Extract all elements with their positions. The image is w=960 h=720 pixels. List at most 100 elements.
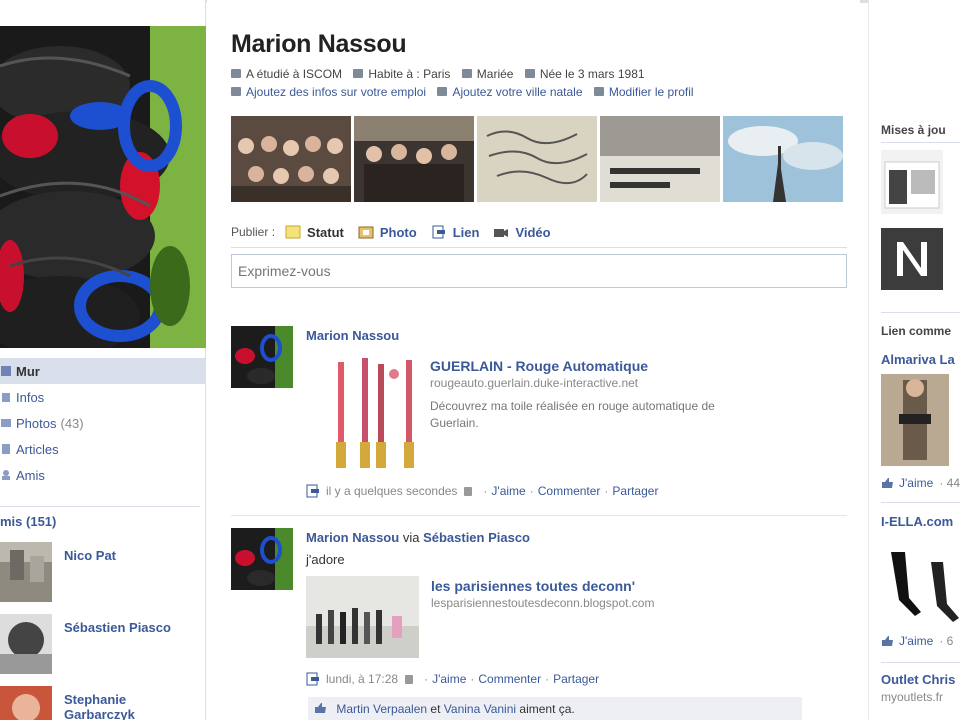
story-footer: lundi, à 17:28 · J'aime · Commenter · Pa… (306, 672, 599, 686)
story-link-title[interactable]: les parisiennes toutes deconn' (431, 578, 635, 594)
ad-image[interactable] (881, 374, 949, 466)
friend-photo[interactable] (0, 542, 52, 602)
story-link-thumbnail[interactable] (322, 354, 422, 472)
house-icon (437, 87, 448, 96)
profile-nav: Mur Infos Photos (43) Articles Amis (0, 358, 206, 488)
ad-like-count: · 6 (939, 634, 954, 648)
calendar-icon (524, 69, 535, 78)
privacy-lock-icon[interactable] (464, 486, 473, 496)
comment-link[interactable]: Commenter (478, 672, 541, 686)
publisher-bar: Publier : Statut Photo Lien Vidéo (231, 222, 847, 242)
ad-title[interactable]: I-ELLA.com (881, 514, 953, 529)
left-column: Mur Infos Photos (43) Articles Amis mis … (0, 0, 206, 720)
nav-item-photos[interactable]: Photos (43) (0, 410, 206, 436)
separator: · (470, 672, 475, 686)
separator: · (529, 484, 534, 498)
recent-photo[interactable] (477, 116, 597, 202)
story-avatar[interactable] (231, 326, 293, 388)
nav-item-friends[interactable]: Amis (0, 462, 206, 488)
story-timestamp[interactable]: il y a quelques secondes (326, 484, 457, 498)
friends-heading[interactable]: mis (151) (0, 514, 56, 529)
likes-summary: Martin Verpaalen et Vanina Vanini aiment… (308, 697, 802, 720)
info-hometown[interactable]: Habite à : Paris (353, 65, 450, 83)
like-link[interactable]: J'aime (432, 672, 466, 686)
add-hometown-link[interactable]: Ajoutez votre ville natale (437, 83, 583, 101)
profile-picture-art (0, 26, 206, 348)
ad-like-button[interactable]: J'aime · 44 (881, 476, 960, 490)
nav-label: Articles (16, 441, 59, 457)
friends-divider (0, 506, 200, 507)
friend-name[interactable]: Nico Pat (64, 548, 194, 563)
story-timestamp[interactable]: lundi, à 17:28 (326, 672, 398, 686)
friend-photo[interactable] (0, 614, 52, 674)
share-link[interactable]: Partager (553, 672, 599, 686)
story-link-domain: rougeauto.guerlain.duke-interactive.net (430, 376, 639, 390)
privacy-lock-icon[interactable] (405, 674, 414, 684)
profile-picture[interactable] (0, 26, 206, 348)
video-icon (493, 225, 509, 239)
nav-label: Amis (16, 467, 45, 483)
likes-suffix: aiment ça. (519, 702, 575, 716)
briefcase-icon (231, 87, 241, 96)
status-icon (285, 225, 301, 239)
publisher-link-tab[interactable]: Lien (431, 225, 479, 240)
friend-name[interactable]: Stephanie Garbarczyk (64, 692, 194, 720)
likes-connector: et (430, 702, 441, 716)
nav-item-notes[interactable]: Articles (0, 436, 206, 462)
story-author[interactable]: Marion Nassou (306, 328, 399, 343)
story-link-thumbnail[interactable] (306, 576, 419, 658)
thumbs-up-icon (881, 635, 894, 647)
publisher-video-tab[interactable]: Vidéo (493, 225, 551, 240)
edit-profile-link[interactable]: Modifier le profil (593, 83, 694, 101)
friend-photo[interactable] (0, 686, 52, 720)
publisher-status-tab[interactable]: Statut (285, 225, 344, 240)
story-link-description: Découvrez ma toile réalisée en rouge aut… (430, 399, 715, 430)
notes-icon (0, 443, 12, 455)
publisher: Publier : Statut Photo Lien Vidéo (231, 222, 847, 288)
comment-link[interactable]: Commenter (538, 484, 601, 498)
recent-photo[interactable] (231, 116, 351, 202)
ad-title[interactable]: Outlet Chris (881, 672, 955, 687)
liker-name[interactable]: Martin Verpaalen (336, 702, 427, 716)
ad-title[interactable]: Almariva La (881, 352, 955, 367)
story-author[interactable]: Marion Nassou (306, 530, 399, 545)
story-divider (231, 515, 847, 516)
share-link[interactable]: Partager (612, 484, 658, 498)
right-divider (881, 312, 960, 313)
nav-item-info[interactable]: Infos (0, 384, 206, 410)
feed-story: Marion Nassou via Sébastien Piasco j'ado… (231, 528, 847, 720)
recent-photos-strip (231, 116, 846, 202)
recent-photo[interactable] (600, 116, 720, 202)
update-thumbnail[interactable] (881, 150, 943, 214)
profile-info: A étudié à ISCOM Habite à : Paris Mariée… (231, 65, 851, 101)
friend-name[interactable]: Sébastien Piasco (64, 620, 194, 635)
liker-name[interactable]: Vanina Vanini (444, 702, 516, 716)
story-via-author[interactable]: Sébastien Piasco (423, 530, 530, 545)
update-thumbnail[interactable] (881, 228, 943, 290)
story-link-title[interactable]: GUERLAIN - Rouge Automatique (430, 358, 648, 374)
right-divider (881, 502, 960, 503)
story-avatar[interactable] (231, 528, 293, 590)
status-composer-input[interactable] (231, 254, 847, 288)
via-text: via (402, 530, 420, 545)
info-birthday: Née le 3 mars 1981 (524, 65, 645, 83)
photos-icon (0, 417, 12, 429)
ad-image[interactable] (881, 538, 960, 624)
ad-like-button[interactable]: J'aime · 6 (881, 634, 953, 648)
like-link[interactable]: J'aime (491, 484, 525, 498)
photo-icon (358, 225, 374, 239)
add-work-link[interactable]: Ajoutez des infos sur votre emploi (231, 83, 426, 101)
nav-item-wall[interactable]: Mur (0, 358, 206, 384)
link-icon (431, 225, 447, 239)
photos-count: (43) (60, 415, 84, 431)
publisher-label: Publier : (231, 225, 276, 239)
publisher-photo-tab[interactable]: Photo (358, 225, 417, 240)
home-icon (353, 69, 364, 78)
recent-photo[interactable] (354, 116, 474, 202)
nav-label: Infos (16, 389, 45, 405)
info-relationship: Mariée (461, 65, 513, 83)
recent-photo[interactable] (723, 116, 843, 202)
info-education[interactable]: A étudié à ISCOM (231, 65, 342, 83)
separator: · (483, 484, 488, 498)
feed-story: Marion Nassou GUERLAIN - Rouge Automatiq… (231, 326, 847, 506)
